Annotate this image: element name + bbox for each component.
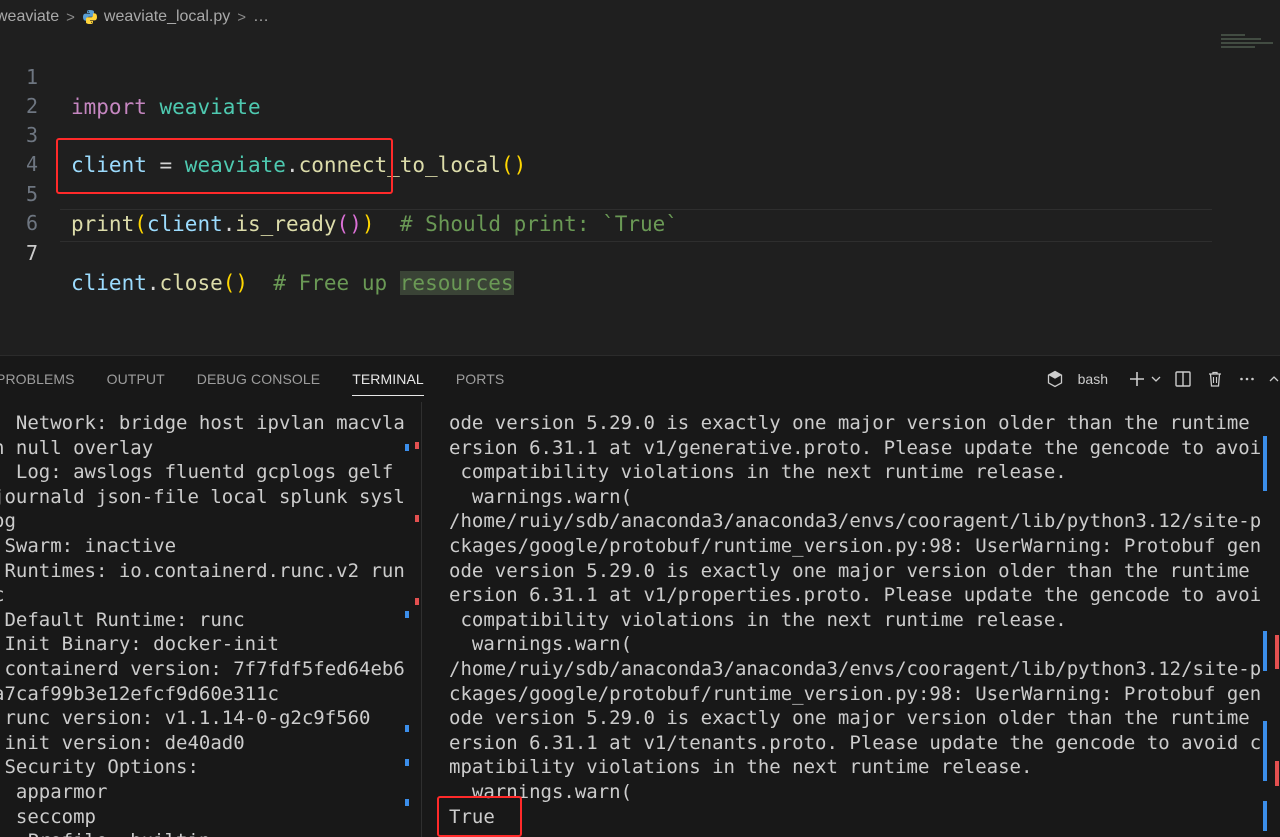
breadcrumb-separator: > bbox=[237, 8, 246, 26]
module-name: weaviate bbox=[159, 95, 261, 119]
terminal-line: containerd version: 7f7fdf5fed64eb6 bbox=[0, 657, 405, 680]
split-terminal-icon[interactable] bbox=[1172, 368, 1194, 390]
paren: ) bbox=[513, 153, 527, 177]
terminal-line: Security Options: bbox=[0, 756, 199, 779]
terminal-line: ode version 5.29.0 is exactly one major … bbox=[449, 412, 1261, 434]
terminal-line: c bbox=[0, 583, 405, 608]
breadcrumb: weaviate > weaviate_local.py > … bbox=[0, 0, 1280, 34]
terminal-shell-label[interactable]: bash bbox=[1078, 371, 1108, 387]
function-close: close bbox=[159, 271, 223, 295]
bottom-panel: PROBLEMS OUTPUT DEBUG CONSOLE TERMINAL P… bbox=[0, 355, 1280, 837]
terminal-right-output[interactable]: ode version 5.29.0 is exactly one major … bbox=[449, 411, 1261, 837]
terminal-line: True bbox=[449, 805, 495, 828]
keyword-import: import bbox=[71, 95, 147, 119]
selection-highlight: resources bbox=[399, 271, 514, 295]
terminal-line: seccomp bbox=[0, 805, 96, 828]
add-terminal-icon[interactable] bbox=[1126, 368, 1148, 390]
terminal-line: n null overlay bbox=[0, 436, 154, 459]
tab-debug-console[interactable]: DEBUG CONSOLE bbox=[181, 356, 336, 402]
paren: ) bbox=[235, 271, 249, 295]
terminal-line: Runtimes: io.containerd.runc.v2 run bbox=[0, 559, 405, 582]
variable-client: client bbox=[71, 271, 147, 295]
trash-icon[interactable] bbox=[1204, 368, 1226, 390]
chevron-down-icon[interactable] bbox=[1150, 368, 1162, 390]
terminal-shell-icon bbox=[1044, 368, 1066, 390]
comment: # Free up bbox=[273, 271, 400, 295]
terminal-line: ode version 5.29.0 is exactly one major … bbox=[449, 559, 1261, 582]
terminal-line: journald json-file local splunk sysl bbox=[0, 485, 405, 508]
code-line-2[interactable]: 2 bbox=[0, 61, 51, 118]
terminal-line: mpatibility violations in the next runti… bbox=[449, 756, 1033, 779]
paren: ) bbox=[361, 212, 375, 236]
minimap[interactable] bbox=[1221, 34, 1280, 62]
left-terminal-scrollbar[interactable] bbox=[404, 411, 419, 837]
paren: ) bbox=[349, 212, 362, 236]
breadcrumb-file[interactable]: weaviate_local.py bbox=[104, 8, 230, 26]
terminal-line: compatibility violations in the next run… bbox=[449, 461, 1067, 484]
terminal-line: ckages/google/protobuf/runtime_version.p… bbox=[449, 682, 1261, 705]
terminal-line: Swarm: inactive bbox=[0, 534, 177, 557]
paren: ( bbox=[336, 212, 350, 236]
paren: ( bbox=[500, 153, 514, 177]
comment: # Should print: `True` bbox=[399, 212, 678, 236]
variable-client: client bbox=[146, 212, 223, 236]
python-file-icon bbox=[82, 9, 98, 25]
paren: ( bbox=[134, 212, 147, 236]
dot: . bbox=[222, 212, 236, 236]
breadcrumb-more[interactable]: … bbox=[253, 8, 269, 26]
terminal-line: Default Runtime: runc bbox=[0, 608, 245, 631]
breadcrumb-folder[interactable]: weaviate bbox=[0, 8, 59, 26]
paren: ( bbox=[222, 271, 236, 295]
terminal-line: og bbox=[0, 510, 16, 533]
function-print: print bbox=[71, 212, 135, 236]
annotation-box-print bbox=[56, 138, 393, 194]
terminal-line: ckages/google/protobuf/runtime_version.p… bbox=[449, 534, 1261, 557]
line-number: 7 bbox=[25, 241, 38, 265]
terminal-line: init version: de40ad0 bbox=[0, 731, 245, 754]
code-line-4[interactable]: 4 bbox=[0, 119, 51, 176]
terminal-line: Network: bridge host ipvlan macvla bbox=[0, 412, 405, 434]
panel-tabs: PROBLEMS OUTPUT DEBUG CONSOLE TERMINAL P… bbox=[0, 356, 520, 402]
terminal-split-divider[interactable] bbox=[421, 402, 422, 837]
terminal-left-output[interactable]: Network: bridge host ipvlan macvla n null… bbox=[0, 411, 405, 837]
code-line-5[interactable]: 5 print(client.is_ready()) # Should prin… bbox=[0, 149, 678, 236]
terminal-line: warnings.warn( bbox=[449, 633, 633, 656]
panel-actions: bash bbox=[1044, 356, 1280, 402]
breadcrumb-separator: > bbox=[66, 8, 75, 26]
terminal-line: ersion 6.31.1 at v1/tenants.proto. Pleas… bbox=[449, 731, 1261, 754]
code-line-6[interactable]: 6 bbox=[0, 178, 51, 235]
tab-output[interactable]: OUTPUT bbox=[91, 356, 181, 402]
code-line-3[interactable]: 3 client = weaviate.connect_to_local() bbox=[0, 90, 526, 177]
tab-terminal[interactable]: TERMINAL bbox=[336, 356, 440, 402]
terminal-line: runc version: v1.1.14-0-g2c9f560 bbox=[0, 707, 371, 730]
terminal-line: warnings.warn( bbox=[449, 485, 633, 508]
tab-ports[interactable]: PORTS bbox=[440, 356, 520, 402]
terminal-line: Init Binary: docker-init bbox=[0, 633, 279, 656]
terminal-line: Log: awslogs fluentd gcplogs gelf bbox=[0, 461, 405, 484]
terminal-line: apparmor bbox=[0, 780, 108, 803]
chevron-up-icon[interactable] bbox=[1268, 368, 1280, 390]
terminal-line: a7caf99b3e12efcf9d60e311c bbox=[0, 682, 279, 705]
terminal-line: /home/ruiy/sdb/anaconda3/anaconda3/envs/… bbox=[449, 657, 1261, 680]
terminal-line: warnings.warn( bbox=[449, 780, 633, 803]
code-line-7[interactable]: 7 client.close() # Free up resources bbox=[0, 208, 514, 295]
code-editor[interactable]: 1 import weaviate 2 3 client = weaviate.… bbox=[0, 34, 1280, 354]
function-is-ready: is_ready bbox=[235, 212, 337, 236]
terminal-line: /home/ruiy/sdb/anaconda3/anaconda3/envs/… bbox=[449, 510, 1261, 533]
terminal-line: ersion 6.31.1 at v1/properties.proto. Pl… bbox=[449, 584, 1261, 607]
right-terminal-scrollbar[interactable] bbox=[1261, 411, 1280, 837]
terminal-line: ersion 6.31.1 at v1/generative.proto. Pl… bbox=[449, 436, 1261, 459]
terminal-line: ode version 5.29.0 is exactly one major … bbox=[449, 707, 1261, 730]
terminal-line: compatibility violations in the next run… bbox=[449, 608, 1067, 631]
dot: . bbox=[146, 271, 160, 295]
annotation-box-true bbox=[437, 796, 522, 837]
tab-problems[interactable]: PROBLEMS bbox=[0, 356, 91, 402]
more-actions-icon[interactable] bbox=[1236, 368, 1258, 390]
code-line-1[interactable]: 1 import weaviate bbox=[0, 32, 261, 119]
